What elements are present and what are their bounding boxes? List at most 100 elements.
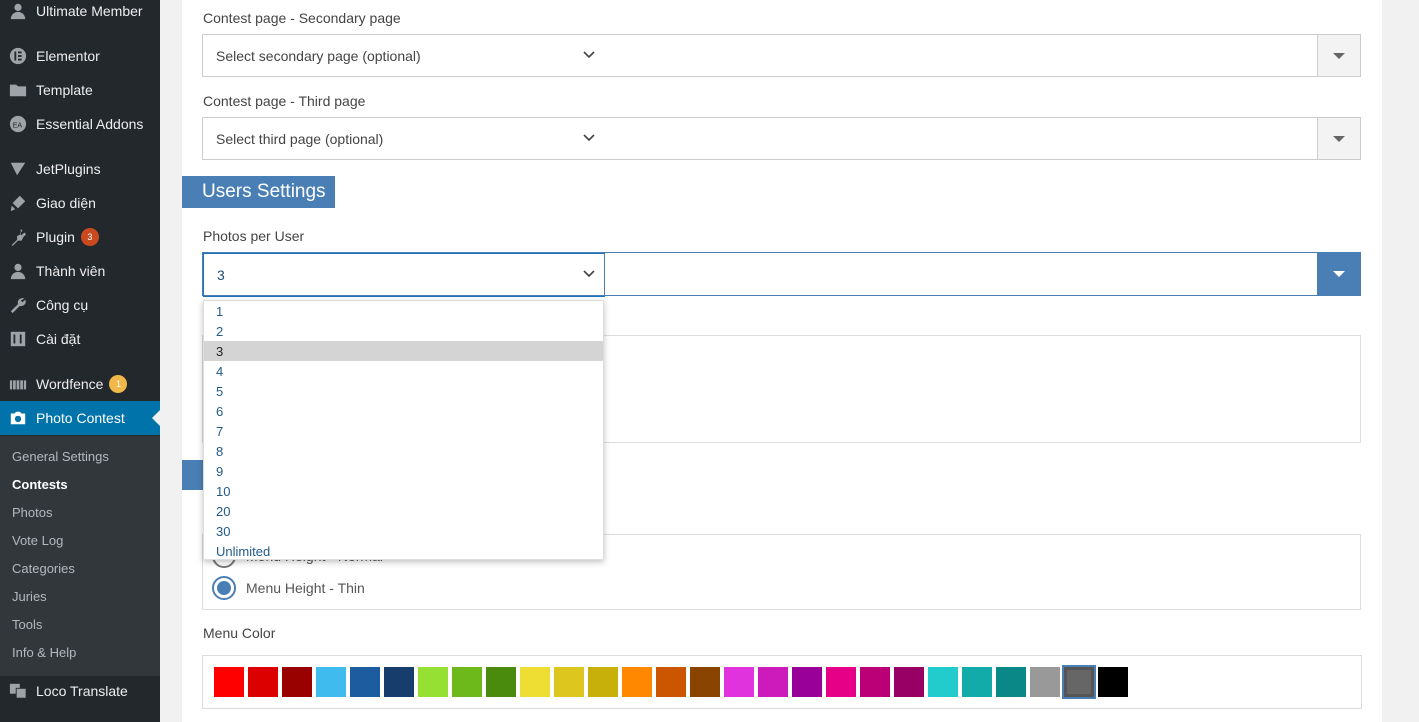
color-swatch[interactable] [316,667,346,697]
elementor-icon [0,47,36,65]
brush-icon [0,194,36,212]
sidebar-item-photo-contest[interactable]: Photo Contest [0,401,160,435]
color-swatch[interactable] [1030,667,1060,697]
sidebar-item-loco-translate[interactable]: Loco Translate [0,674,160,708]
color-swatch[interactable] [1062,665,1096,699]
sidebar-item-label: Cài đặt [36,331,81,347]
wordfence-icon [0,375,36,393]
sidebar-item-label: Ultimate Member [36,3,143,19]
color-swatch[interactable] [826,667,856,697]
dropdown-option[interactable]: 5 [204,381,603,401]
color-swatch[interactable] [758,667,788,697]
sidebar-item-thanh-vien[interactable]: Thành viên [0,254,160,288]
sidebar-item-template[interactable]: Template [0,73,160,107]
dropdown-option[interactable]: Unlimited [204,541,603,561]
dropdown-option[interactable]: 4 [204,361,603,381]
dropdown-option[interactable]: 6 [204,401,603,421]
color-swatch[interactable] [860,667,890,697]
admin-sidebar: Ultimate Member Elementor Template EA Es… [0,0,160,722]
sidebar-item-label: Template [36,82,93,98]
sidebar-item-giao-dien[interactable]: Giao diện [0,186,160,220]
plugin-update-badge: 3 [80,228,99,246]
sidebar-item-label: Loco Translate [36,683,128,699]
third-page-dropdown-button[interactable] [1317,118,1360,159]
color-swatch[interactable] [690,667,720,697]
color-swatch[interactable] [894,667,924,697]
dropdown-option[interactable]: 10 [204,481,603,501]
color-swatch[interactable] [350,667,380,697]
sidebar-item-essential-addons[interactable]: EA Essential Addons [0,107,160,141]
radio-button-selected[interactable] [212,576,236,600]
wrench-icon [0,296,36,314]
submenu-vote-log[interactable]: Vote Log [12,533,63,548]
color-swatch[interactable] [248,667,278,697]
sidebar-item-cong-cu[interactable]: Công cụ [0,288,160,322]
color-swatch[interactable] [384,667,414,697]
user-icon [0,2,36,20]
submenu-categories[interactable]: Categories [12,561,75,576]
photos-per-user-value[interactable]: 3 [203,253,605,297]
color-swatch[interactable] [452,667,482,697]
submenu-tools[interactable]: Tools [12,617,42,632]
third-page-label: Contest page - Third page [203,93,366,109]
color-swatch[interactable] [214,667,244,697]
sidebar-item-label: JetPlugins [36,161,101,177]
color-swatch[interactable] [588,667,618,697]
sidebar-item-label: Photo Contest [36,410,125,426]
color-swatch[interactable] [554,667,584,697]
dropdown-option[interactable]: 20 [204,501,603,521]
color-swatch[interactable] [622,667,652,697]
color-swatch[interactable] [486,667,516,697]
photos-per-user-dropdown-button[interactable] [1317,252,1361,296]
color-swatch[interactable] [282,667,312,697]
dropdown-option[interactable]: 1 [204,301,603,321]
wordfence-badge: 1 [109,375,128,393]
caret-down-icon [1333,52,1345,59]
submenu-juries[interactable]: Juries [12,589,47,604]
color-swatch[interactable] [418,667,448,697]
secondary-page-label: Contest page - Secondary page [203,10,401,26]
chevron-down-icon [583,51,595,59]
sidebar-item-label: Giao diện [36,195,96,211]
dropdown-option[interactable]: 7 [204,421,603,441]
ea-icon: EA [0,115,36,133]
caret-down-icon [1333,271,1345,277]
dropdown-option[interactable]: 8 [204,441,603,461]
submenu-general-settings[interactable]: General Settings [12,449,109,464]
color-swatch[interactable] [520,667,550,697]
radio-menu-height-thin[interactable]: Menu Height - Thin [212,575,365,601]
sidebar-item-jetplugins[interactable]: JetPlugins [0,152,160,186]
chevron-down-icon [583,134,595,142]
color-swatch[interactable] [656,667,686,697]
photos-per-user-select[interactable]: 3 [202,252,1361,297]
color-swatch[interactable] [996,667,1026,697]
color-swatch[interactable] [792,667,822,697]
sidebar-item-plugin[interactable]: Plugin 3 [0,220,160,254]
users-settings-heading: Users Settings [182,176,335,208]
color-swatch[interactable] [962,667,992,697]
svg-text:EA: EA [13,121,23,130]
sidebar-item-wordfence[interactable]: Wordfence 1 [0,367,160,401]
section-heading-hidden [182,460,204,490]
dropdown-option[interactable]: 3 [204,341,603,361]
secondary-page-select[interactable]: Select secondary page (optional) [202,34,1361,77]
dropdown-option[interactable]: 2 [204,321,603,341]
sidebar-item-elementor[interactable]: Elementor [0,39,160,73]
sidebar-item-label: Plugin [36,229,75,245]
secondary-page-dropdown-button[interactable] [1317,35,1360,76]
photo-contest-submenu: General Settings Contests Photos Vote Lo… [0,436,160,676]
radio-label: Menu Height - Thin [246,580,365,596]
color-swatch[interactable] [1098,667,1128,697]
submenu-info-help[interactable]: Info & Help [12,645,76,660]
submenu-contests[interactable]: Contests [12,477,68,492]
caret-down-icon [1333,135,1345,142]
color-swatch[interactable] [928,667,958,697]
submenu-photos[interactable]: Photos [12,505,52,520]
third-page-select[interactable]: Select third page (optional) [202,117,1361,160]
sidebar-item-cai-dat[interactable]: Cài đặt [0,322,160,356]
dropdown-option[interactable]: 30 [204,521,603,541]
sidebar-item-ultimate-member[interactable]: Ultimate Member [0,0,160,28]
color-swatch[interactable] [724,667,754,697]
translate-icon [0,682,36,700]
dropdown-option[interactable]: 9 [204,461,603,481]
